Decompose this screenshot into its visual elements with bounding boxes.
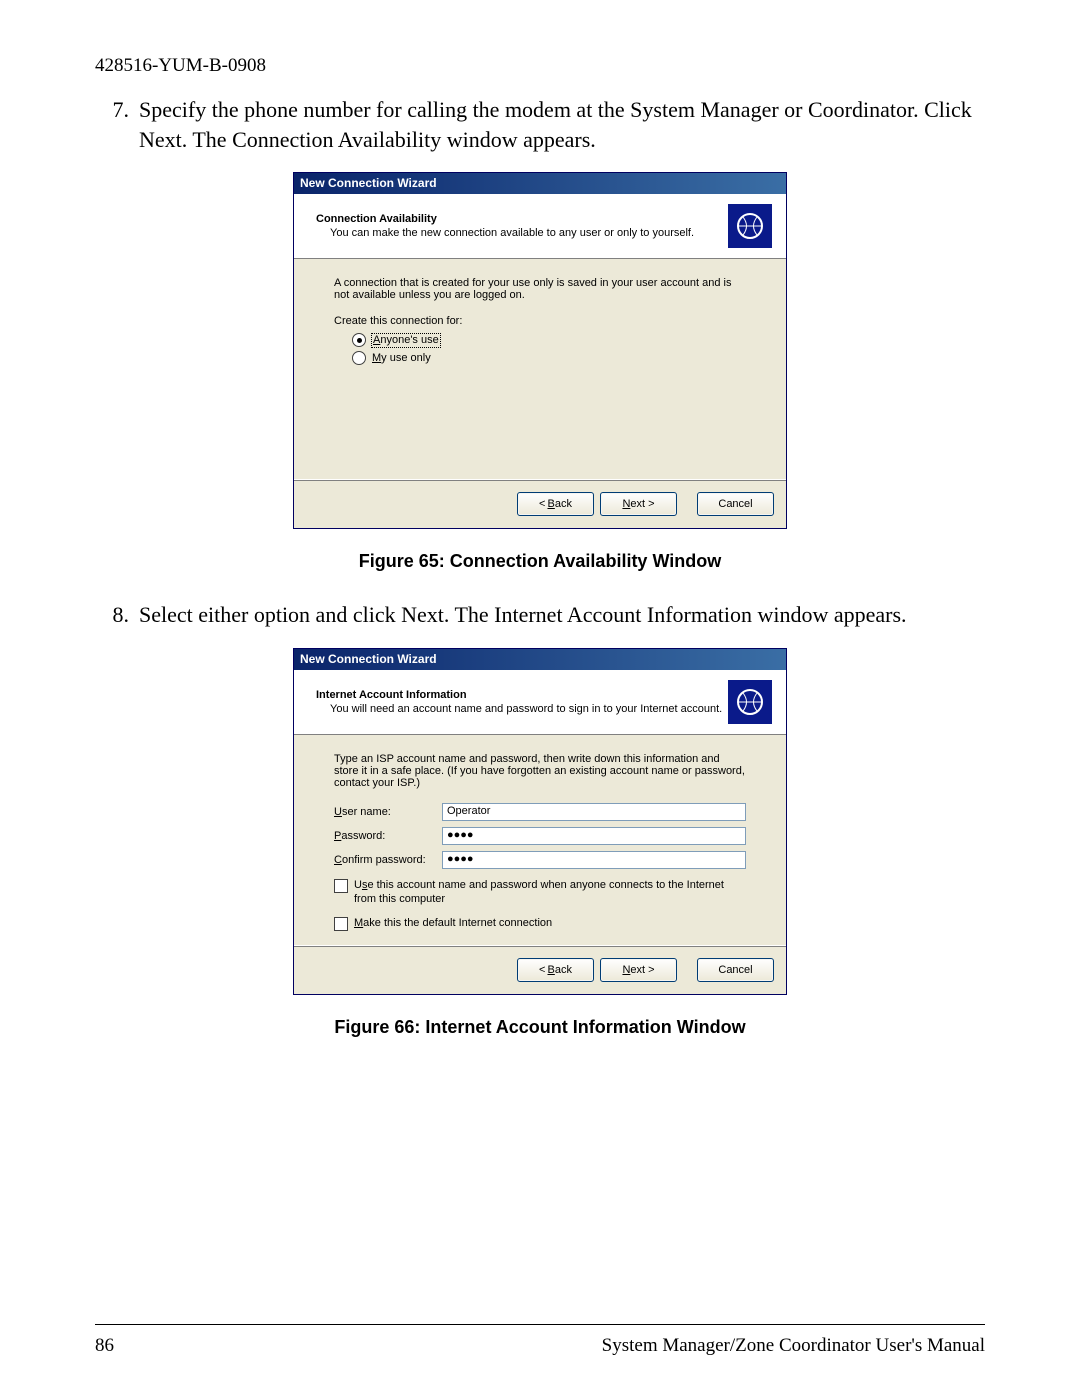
password-row: Password: ●●●● (334, 827, 746, 845)
next-button[interactable]: Next > (600, 492, 677, 516)
step-text: Specify the phone number for calling the… (139, 95, 985, 154)
step-text: Select either option and click Next. The… (139, 600, 985, 630)
wizard-icon (728, 204, 772, 248)
radio-label: Anyone's use (372, 334, 440, 347)
dialog-body: A connection that is created for your us… (294, 259, 786, 479)
back-button[interactable]: < Back (517, 492, 594, 516)
checkbox-default-connection[interactable]: Make this the default Internet connectio… (334, 917, 746, 931)
password-input[interactable]: ●●●● (442, 827, 746, 845)
confirm-password-label: Confirm password: (334, 854, 442, 866)
dialog-header-title: Internet Account Information (316, 689, 728, 701)
dialog-header-sub: You can make the new connection availabl… (316, 227, 728, 239)
checkbox-label: Use this account name and password when … (354, 879, 746, 907)
dialog-header-title: Connection Availability (316, 213, 728, 225)
dialog-header: Internet Account Information You will ne… (294, 670, 786, 735)
password-label: Password: (334, 830, 442, 842)
step-8: 8. Select either option and click Next. … (95, 600, 985, 630)
dialog-button-bar: < Back Next > Cancel (294, 479, 786, 528)
step-number: 8. (95, 600, 139, 630)
page-footer: 86 System Manager/Zone Coordinator User'… (95, 1324, 985, 1357)
dialog-description: A connection that is created for your us… (334, 277, 746, 301)
back-button[interactable]: < Back (517, 958, 594, 982)
dialog-button-bar: < Back Next > Cancel (294, 945, 786, 994)
dialog-body: Type an ISP account name and password, t… (294, 735, 786, 945)
figure-66-caption: Figure 66: Internet Account Information … (95, 1017, 985, 1038)
step-number: 7. (95, 95, 139, 154)
checkbox-icon (334, 917, 348, 931)
confirm-password-input[interactable]: ●●●● (442, 851, 746, 869)
confirm-password-row: Confirm password: ●●●● (334, 851, 746, 869)
cancel-button[interactable]: Cancel (697, 492, 774, 516)
create-connection-label: Create this connection for: (334, 315, 746, 327)
checkbox-label: Make this the default Internet connectio… (354, 917, 746, 931)
username-input[interactable]: Operator (442, 803, 746, 821)
dialog-header-sub: You will need an account name and passwo… (316, 703, 728, 715)
figure-65-caption: Figure 65: Connection Availability Windo… (95, 551, 985, 572)
dialog-titlebar: New Connection Wizard (294, 649, 786, 670)
checkbox-icon (334, 879, 348, 893)
radio-icon (352, 333, 366, 347)
radio-icon (352, 351, 366, 365)
radio-label: My use only (372, 352, 431, 365)
document-id: 428516-YUM-B-0908 (95, 55, 985, 77)
step-7: 7. Specify the phone number for calling … (95, 95, 985, 154)
username-row: User name: Operator (334, 803, 746, 821)
dialog-titlebar: New Connection Wizard (294, 173, 786, 194)
username-label: User name: (334, 806, 442, 818)
internet-account-info-dialog: New Connection Wizard Internet Account I… (293, 648, 787, 995)
dialog-header: Connection Availability You can make the… (294, 194, 786, 259)
next-button[interactable]: Next > (600, 958, 677, 982)
wizard-icon (728, 680, 772, 724)
page-number: 86 (95, 1335, 114, 1357)
cancel-button[interactable]: Cancel (697, 958, 774, 982)
connection-availability-dialog: New Connection Wizard Connection Availab… (293, 172, 787, 529)
checkbox-use-account[interactable]: Use this account name and password when … (334, 879, 746, 907)
radio-anyones-use[interactable]: Anyone's use (352, 333, 746, 347)
radio-my-use-only[interactable]: My use only (352, 351, 746, 365)
manual-title: System Manager/Zone Coordinator User's M… (602, 1335, 985, 1357)
dialog-description: Type an ISP account name and password, t… (334, 753, 746, 789)
